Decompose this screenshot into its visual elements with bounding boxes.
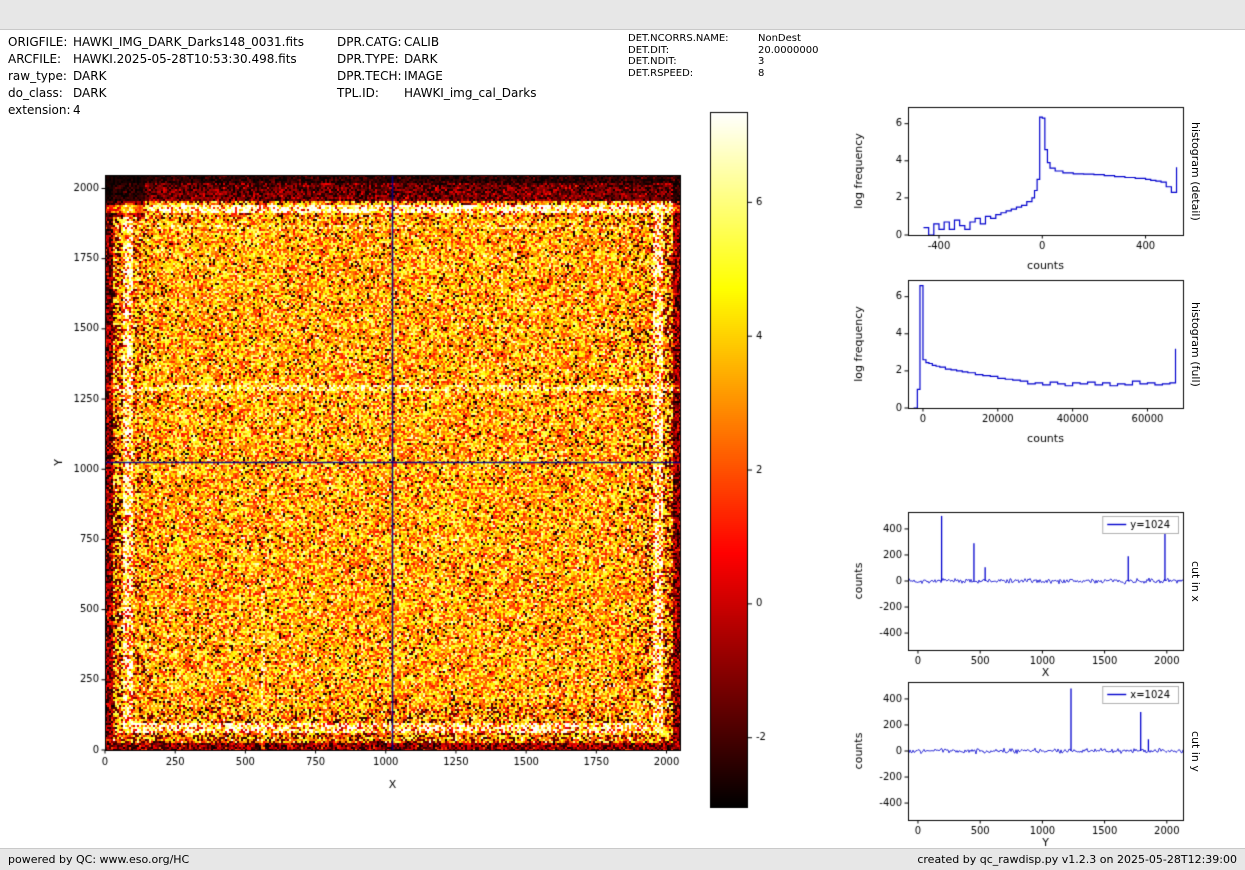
meta-label: TPL.ID:: [337, 85, 404, 102]
histogram-detail-plot: [845, 99, 1217, 277]
meta-value: DARK: [404, 51, 437, 68]
meta-row: DET.RSPEED:8: [628, 68, 818, 80]
meta-value: 8: [758, 68, 764, 80]
header-bar: [0, 0, 1245, 30]
meta-label: DPR.TECH:: [337, 68, 404, 85]
meta-row: do_class:DARK: [8, 85, 304, 102]
meta-value: 4: [73, 102, 81, 119]
meta-label: ARCFILE:: [8, 51, 73, 68]
file-info-block: ORIGFILE:HAWKI_IMG_DARK_Darks148_0031.fi…: [8, 34, 304, 119]
meta-label: DET.NDIT:: [628, 56, 758, 68]
meta-label: DET.RSPEED:: [628, 68, 758, 80]
cut-in-x-side-label: cut in x: [1186, 511, 1202, 651]
meta-row: ORIGFILE:HAWKI_IMG_DARK_Darks148_0031.fi…: [8, 34, 304, 51]
meta-label: DPR.TYPE:: [337, 51, 404, 68]
footer-right-text: created by qc_rawdisp.py v1.2.3 on 2025-…: [917, 853, 1237, 866]
meta-value: CALIB: [404, 34, 439, 51]
cut-in-y-side-label: cut in y: [1186, 681, 1202, 821]
meta-row: raw_type:DARK: [8, 68, 304, 85]
raw-image-plot: [45, 160, 700, 805]
meta-value: DARK: [73, 85, 106, 102]
meta-row: DPR.TECH:IMAGE: [337, 68, 537, 85]
histogram-full-plot: [845, 272, 1217, 450]
footer-bar: powered by QC: www.eso.org/HC created by…: [0, 848, 1245, 870]
cut-in-x-plot: [845, 504, 1217, 680]
meta-label: ORIGFILE:: [8, 34, 73, 51]
meta-row: DPR.CATG:CALIB: [337, 34, 537, 51]
meta-label: DPR.CATG:: [337, 34, 404, 51]
meta-row: DET.NCORRS.NAME:NonDest: [628, 33, 818, 45]
meta-value: 3: [758, 56, 764, 68]
footer-left-text: powered by QC: www.eso.org/HC: [8, 853, 189, 866]
meta-row: DET.NDIT:3: [628, 56, 818, 68]
meta-label: do_class:: [8, 85, 73, 102]
meta-value: HAWKI_IMG_DARK_Darks148_0031.fits: [73, 34, 304, 51]
meta-label: raw_type:: [8, 68, 73, 85]
meta-label: DET.DIT:: [628, 45, 758, 57]
meta-value: 20.0000000: [758, 45, 818, 57]
meta-value: IMAGE: [404, 68, 443, 85]
histogram-detail-side-label: histogram (detail): [1186, 101, 1202, 241]
colorbar: [706, 110, 801, 812]
meta-label: DET.NCORRS.NAME:: [628, 33, 758, 45]
type-info-block: DPR.CATG:CALIB DPR.TYPE:DARK DPR.TECH:IM…: [337, 34, 537, 102]
meta-label: extension:: [8, 102, 73, 119]
meta-value: HAWKI_img_cal_Darks: [404, 85, 537, 102]
meta-row: DET.DIT:20.0000000: [628, 45, 818, 57]
meta-row: DPR.TYPE:DARK: [337, 51, 537, 68]
cut-in-y-plot: [845, 674, 1217, 850]
meta-value: NonDest: [758, 33, 801, 45]
meta-value: DARK: [73, 68, 106, 85]
meta-row: TPL.ID:HAWKI_img_cal_Darks: [337, 85, 537, 102]
setup-info-block: DET.NCORRS.NAME:NonDest DET.DIT:20.00000…: [628, 33, 818, 79]
histogram-full-side-label: histogram (full): [1186, 274, 1202, 414]
meta-row: extension:4: [8, 102, 304, 119]
meta-row: ARCFILE:HAWKI.2025-05-28T10:53:30.498.fi…: [8, 51, 304, 68]
meta-value: HAWKI.2025-05-28T10:53:30.498.fits: [73, 51, 297, 68]
